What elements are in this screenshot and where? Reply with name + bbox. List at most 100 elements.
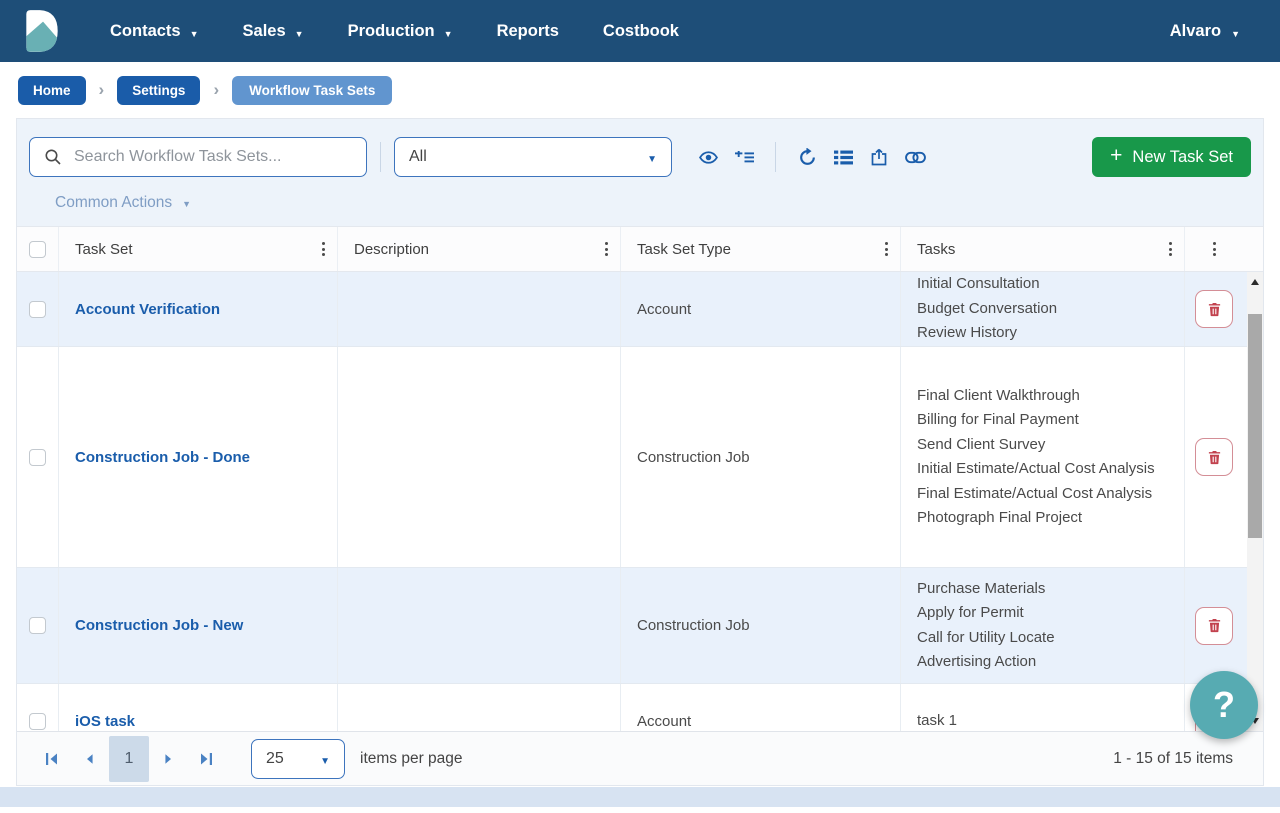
chevron-right-icon bbox=[213, 80, 219, 100]
nav-item-production[interactable]: Production bbox=[348, 22, 453, 41]
task-set-type-filter[interactable]: All bbox=[394, 137, 672, 177]
chevron-down-icon bbox=[1231, 22, 1240, 41]
scroll-up-icon[interactable] bbox=[1247, 272, 1263, 292]
chevron-down-icon bbox=[647, 148, 657, 166]
export-icon[interactable] bbox=[861, 139, 897, 175]
last-page-button[interactable] bbox=[187, 736, 225, 782]
task-line: Photograph Final Project bbox=[917, 506, 1082, 531]
new-task-set-button[interactable]: + New Task Set bbox=[1092, 137, 1251, 177]
user-menu[interactable]: Alvaro bbox=[1170, 22, 1240, 41]
breadcrumb: Home Settings Workflow Task Sets bbox=[0, 62, 1280, 118]
nav-label: Production bbox=[348, 22, 435, 41]
delete-button[interactable] bbox=[1195, 290, 1233, 328]
items-range-label: 1 - 15 of 15 items bbox=[1113, 750, 1233, 768]
search-icon bbox=[44, 148, 62, 166]
select-all-checkbox[interactable] bbox=[29, 241, 46, 258]
task-sets-grid: All + New Task S bbox=[16, 118, 1264, 786]
vertical-scrollbar bbox=[1247, 272, 1263, 731]
task-line: Budget Conversation bbox=[917, 297, 1057, 322]
refresh-icon[interactable] bbox=[789, 139, 825, 175]
actions-cell bbox=[1185, 272, 1243, 346]
header-select-all bbox=[17, 227, 59, 271]
page-number-current[interactable]: 1 bbox=[109, 736, 149, 782]
nav-item-reports[interactable]: Reports bbox=[497, 22, 559, 41]
first-page-button[interactable] bbox=[33, 736, 71, 782]
column-header-task-set-type: Task Set Type bbox=[621, 227, 901, 271]
common-actions-label: Common Actions bbox=[55, 194, 172, 212]
items-per-page-label: items per page bbox=[360, 750, 463, 768]
tasks-cell: task 1 bbox=[901, 684, 1185, 731]
chevron-down-icon bbox=[444, 22, 453, 41]
table-header: Task Set Description Task Set Type Tasks bbox=[17, 226, 1263, 272]
nav-label: Costbook bbox=[603, 22, 679, 41]
nav-label: Sales bbox=[243, 22, 286, 41]
task-set-link[interactable]: Account Verification bbox=[75, 301, 220, 318]
table-row: Construction Job - Done Construction Job… bbox=[17, 347, 1263, 568]
description-cell bbox=[338, 272, 621, 346]
list-icon[interactable] bbox=[825, 139, 861, 175]
column-menu-icon[interactable] bbox=[879, 236, 894, 262]
breadcrumb-home[interactable]: Home bbox=[18, 76, 86, 105]
task-set-link[interactable]: Construction Job - Done bbox=[75, 449, 250, 466]
column-label: Task Set bbox=[75, 241, 316, 258]
eye-icon[interactable] bbox=[690, 139, 726, 175]
row-checkbox[interactable] bbox=[29, 713, 46, 730]
task-line: Advertising Action bbox=[917, 650, 1036, 675]
task-set-type-cell: Construction Job bbox=[621, 568, 901, 683]
type-text: Construction Job bbox=[637, 449, 750, 466]
delete-button[interactable] bbox=[1195, 438, 1233, 476]
row-checkbox[interactable] bbox=[29, 301, 46, 318]
breadcrumb-settings[interactable]: Settings bbox=[117, 76, 200, 105]
filter-value: All bbox=[409, 148, 427, 166]
nav-label: Reports bbox=[497, 22, 559, 41]
add-column-icon[interactable] bbox=[726, 139, 762, 175]
task-set-type-cell: Construction Job bbox=[621, 347, 901, 567]
column-menu-icon[interactable] bbox=[1207, 236, 1222, 262]
page-size-select[interactable]: 25 bbox=[251, 739, 345, 779]
table-row: Construction Job - New Construction Job … bbox=[17, 568, 1263, 684]
company-logo-icon[interactable] bbox=[24, 8, 60, 54]
scrollbar-thumb[interactable] bbox=[1248, 314, 1262, 538]
breadcrumb-workflow-task-sets[interactable]: Workflow Task Sets bbox=[232, 76, 392, 105]
task-line: Apply for Permit bbox=[917, 601, 1024, 626]
row-select-cell bbox=[17, 684, 59, 731]
type-text: Account bbox=[637, 713, 691, 730]
row-checkbox[interactable] bbox=[29, 617, 46, 634]
next-page-button[interactable] bbox=[149, 736, 187, 782]
tasks-cell: Purchase Materials Apply for Permit Call… bbox=[901, 568, 1185, 683]
column-header-description: Description bbox=[338, 227, 621, 271]
task-set-cell: Construction Job - New bbox=[59, 568, 338, 683]
row-checkbox[interactable] bbox=[29, 449, 46, 466]
task-set-link[interactable]: Construction Job - New bbox=[75, 617, 243, 634]
task-line: Initial Estimate/Actual Cost Analysis bbox=[917, 457, 1155, 482]
nav-item-contacts[interactable]: Contacts bbox=[110, 22, 199, 41]
nav-item-sales[interactable]: Sales bbox=[243, 22, 304, 41]
task-set-cell: Construction Job - Done bbox=[59, 347, 338, 567]
link-icon[interactable] bbox=[897, 139, 933, 175]
column-menu-icon[interactable] bbox=[1163, 236, 1178, 262]
description-cell bbox=[338, 684, 621, 731]
search-input[interactable] bbox=[74, 148, 354, 166]
column-menu-icon[interactable] bbox=[316, 236, 331, 262]
previous-page-button[interactable] bbox=[71, 736, 109, 782]
delete-button[interactable] bbox=[1195, 607, 1233, 645]
description-cell bbox=[338, 347, 621, 567]
help-button[interactable]: ? bbox=[1190, 671, 1258, 739]
main-menu: Contacts Sales Production Reports Costbo… bbox=[110, 22, 679, 41]
task-line: Final Client Walkthrough bbox=[917, 384, 1080, 409]
column-header-tasks: Tasks bbox=[901, 227, 1185, 271]
task-set-type-cell: Account bbox=[621, 684, 901, 731]
common-actions-dropdown[interactable]: Common Actions bbox=[29, 178, 1251, 226]
chevron-down-icon bbox=[320, 750, 330, 768]
nav-item-costbook[interactable]: Costbook bbox=[603, 22, 679, 41]
new-task-set-label: New Task Set bbox=[1132, 148, 1233, 167]
column-menu-icon[interactable] bbox=[599, 236, 614, 262]
row-select-cell bbox=[17, 347, 59, 567]
chevron-down-icon bbox=[295, 22, 304, 41]
column-header-actions bbox=[1185, 227, 1243, 271]
actions-cell bbox=[1185, 568, 1243, 683]
task-set-link[interactable]: iOS task bbox=[75, 713, 135, 730]
tasks-cell: Initial Consultation Budget Conversation… bbox=[901, 272, 1185, 346]
plus-icon: + bbox=[1110, 144, 1122, 168]
chevron-right-icon bbox=[99, 80, 105, 100]
